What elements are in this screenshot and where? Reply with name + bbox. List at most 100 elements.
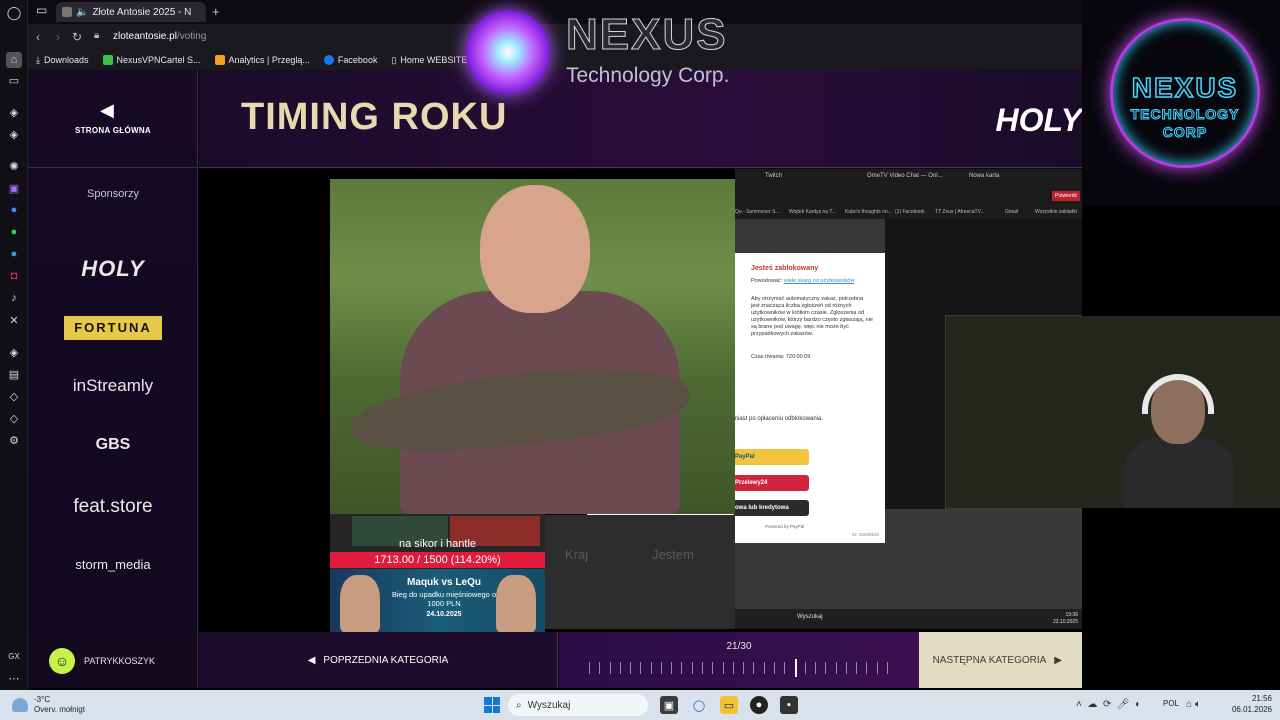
progress-tick <box>691 662 693 674</box>
bookmark-analytics[interactable]: Analytics | Przeglą... <box>214 55 310 65</box>
bottom-navigation: ☺ PATRYKKOSZYK ◀ POPRZEDNIA KATEGORIA 21… <box>28 632 1082 688</box>
sponsors-title: Sponsorzy <box>87 188 139 200</box>
x-icon[interactable]: ✕ <box>6 312 22 328</box>
progress-tick-current <box>794 659 797 677</box>
gaming-icon[interactable]: ▭ <box>6 72 22 88</box>
windows-start-icon[interactable] <box>484 697 500 713</box>
search-icon: ⌕ <box>516 699 522 711</box>
bookmark-home-website[interactable]: ▯ Home WEBSITE <box>391 55 467 66</box>
sponsor-gbs[interactable]: GBS <box>58 436 168 454</box>
taskbar-search[interactable]: ⌕ Wyszukaj <box>508 694 648 716</box>
bookmark-downloads[interactable]: ⤓ Downloads <box>36 55 89 66</box>
captured-word-jestem: Jestem <box>652 547 694 562</box>
chatgpt-icon[interactable]: ✺ <box>6 158 22 174</box>
sponsor-instreamly[interactable]: inStreamly <box>58 376 168 396</box>
captured-clock: 19:36 23.10.2025 <box>1052 612 1078 625</box>
unlock-text: miast po opłaceniu odblokowania. <box>733 416 824 422</box>
settings-icon[interactable]: ⚙ <box>6 432 22 448</box>
cloud-icon <box>12 698 28 712</box>
extension-icon-2[interactable]: ◈ <box>6 126 22 142</box>
home-link[interactable]: ◀ STRONA GŁÓWNA <box>28 70 198 168</box>
task-view-icon[interactable]: ▣ <box>660 696 678 714</box>
progress-tick <box>773 662 775 674</box>
sponsor-fortuna[interactable]: FORTUNA <box>64 316 162 340</box>
category-progress: 21/30 <box>559 632 919 688</box>
instagram-icon[interactable]: ◘ <box>6 268 22 284</box>
wallet-icon[interactable]: ▤ <box>6 366 22 382</box>
user-profile[interactable]: ☺ PATRYKKOSZYK <box>28 632 198 688</box>
tab-favicon-icon <box>62 7 72 17</box>
active-tab[interactable]: 🔈 Złote Antosie 2025 - N <box>56 2 206 22</box>
speaker-icon[interactable]: 🔈 <box>76 7 88 18</box>
bookmark-nexusvpn[interactable]: NexusVPNCartel S... <box>102 55 201 65</box>
extension-icon[interactable]: ◈ <box>6 104 22 120</box>
paypal-button: PayPal <box>733 449 809 465</box>
opera-logo-icon[interactable]: ◯ <box>6 5 22 21</box>
arrow-left-icon: ◀ <box>307 654 316 666</box>
system-tray[interactable]: ˄ ☁ ⟳ 🎤︎ ◐ <box>1076 699 1141 710</box>
facebook-icon <box>323 55 334 65</box>
captured-taskbar: Wyszukaj 19:36 23.10.2025 <box>735 609 1082 629</box>
sponsors-sidebar: ◀ STRONA GŁÓWNA Sponsorzy HOLY FORTUNA i… <box>28 70 198 632</box>
whatsapp-icon[interactable]: ● <box>6 224 22 240</box>
extension-icon-4[interactable]: ◇ <box>6 388 22 404</box>
captured-bookmark: TT Zeus | AfreecaTV... <box>935 209 985 215</box>
progress-tick <box>763 662 765 674</box>
captured-bookmark: (1) Facebook <box>895 209 925 215</box>
extension-icon-5[interactable]: ◇ <box>6 410 22 426</box>
nexus-brand-sub: Technology Corp. <box>566 64 730 87</box>
opera-gx-taskbar-icon[interactable]: ◯ <box>690 696 708 714</box>
reload-icon[interactable]: ↻ <box>72 30 82 44</box>
language-indicator[interactable]: POL <box>1163 699 1179 708</box>
taskbar-clock[interactable]: 21:56 06.01.2026 <box>1228 693 1272 715</box>
network-volume-icons[interactable]: ⌂ 🔈︎ <box>1186 699 1201 710</box>
page-title: TIMING ROKU <box>241 96 508 138</box>
ban-duration: Czas trwania: 720:00:09 <box>751 354 811 360</box>
goal-title: na sikor i hantle <box>398 538 477 550</box>
promo-person-left <box>340 575 380 632</box>
sponsor-holy[interactable]: HOLY <box>58 256 168 282</box>
forward-icon[interactable]: › <box>56 30 60 44</box>
new-tab-button[interactable]: + <box>212 4 220 19</box>
url-field[interactable]: zloteantosie.pl/voting <box>113 31 206 42</box>
home-icon[interactable]: ⌂ <box>6 52 22 68</box>
sponsor-stormmedia[interactable]: storm_media <box>58 557 168 572</box>
progress-tick <box>845 662 847 674</box>
progress-tick <box>609 662 611 674</box>
weather-widget[interactable]: -3°C Overv. mołnigt <box>12 695 85 715</box>
lock-icon[interactable]: 🔒︎ <box>94 30 99 41</box>
captured-confirm-button: Potwierdź <box>1052 191 1080 201</box>
next-category-button[interactable]: NASTĘPNA KATEGORIA ▶ <box>919 632 1082 688</box>
extension-icon-3[interactable]: ◈ <box>6 344 22 360</box>
messenger-icon[interactable]: ● <box>6 202 22 218</box>
previous-category-button[interactable]: ◀ POPRZEDNIA KATEGORIA <box>199 632 558 688</box>
progress-tick <box>671 662 673 674</box>
more-icon[interactable]: ⋯ <box>6 670 22 686</box>
progress-tick <box>712 662 714 674</box>
file-explorer-icon[interactable]: ▭ <box>720 696 738 714</box>
twitch-icon[interactable]: ▣ <box>6 180 22 196</box>
progress-tick <box>856 662 858 674</box>
address-bar: ‹ › ↻ 🔒︎ zloteantosie.pl/voting <box>28 24 1082 50</box>
next-category-label: NASTĘPNA KATEGORIA <box>932 654 1047 666</box>
bookmark-facebook[interactable]: Facebook <box>323 55 377 65</box>
telegram-icon[interactable]: ● <box>6 246 22 262</box>
weather-desc: Overv. mołnigt <box>34 705 85 714</box>
captured-tabs: Twitch OmeTV Video Chat — Onl... Nowa ka… <box>735 169 1082 187</box>
progress-tick <box>599 662 601 674</box>
sponsor-featstore[interactable]: feat.store <box>58 496 168 518</box>
terminal-icon[interactable]: ▪ <box>780 696 798 714</box>
back-icon[interactable]: ‹ <box>36 30 40 44</box>
progress-tick <box>887 662 888 674</box>
app-taskbar-icon[interactable]: ● <box>750 696 768 714</box>
captured-bookmark: Gmail <box>1005 209 1019 215</box>
arrow-right-icon: ▶ <box>1054 654 1062 666</box>
tiktok-icon[interactable]: ♪ <box>6 290 22 306</box>
card-payment-button: owa lub kredytowa <box>733 500 809 516</box>
workspaces-icon[interactable]: ▭ <box>36 3 47 17</box>
gx-label[interactable]: GX <box>6 648 22 664</box>
analytics-icon <box>214 55 225 65</box>
captured-bookmark: Wszystkie zakładki <box>1035 209 1077 215</box>
nexus-orb-logo <box>466 10 550 94</box>
progress-tick <box>589 662 590 674</box>
